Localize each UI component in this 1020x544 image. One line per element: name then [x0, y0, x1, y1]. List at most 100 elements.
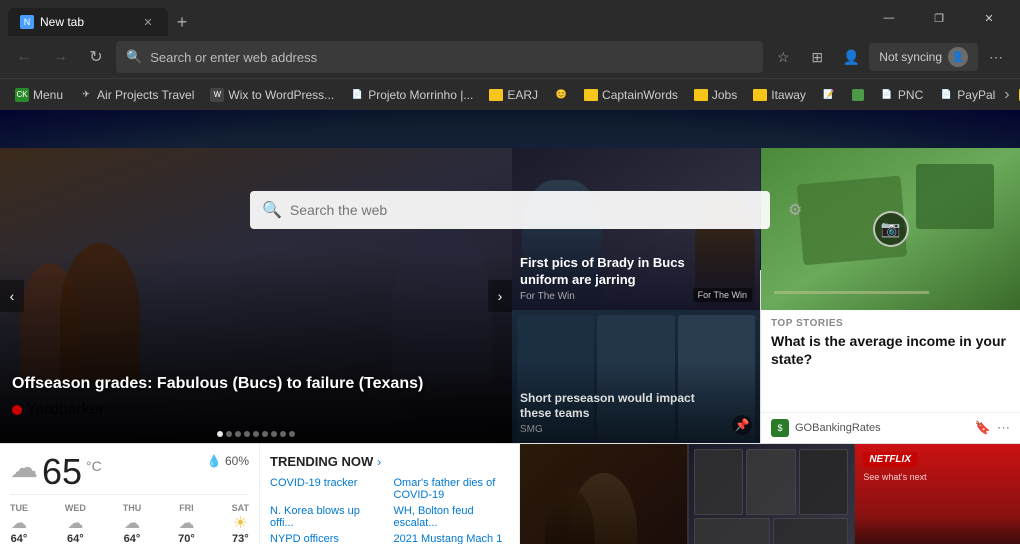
folder-icon	[489, 89, 503, 101]
back-button[interactable]: ←	[8, 41, 40, 73]
restore-button[interactable]: ❐	[916, 2, 962, 34]
bookmark-emoji[interactable]: 😊	[547, 85, 575, 105]
sync-label: Not syncing	[879, 50, 942, 64]
card-arrow-right[interactable]: ›	[488, 280, 512, 312]
bottom-card-2[interactable]	[687, 444, 854, 544]
dot-3	[235, 431, 241, 437]
card1-content: Offseason grades: Fabulous (Bucs) to fai…	[12, 374, 500, 419]
browser-frame: N New tab ✕ + — ❐ ✕ ← → ↻ 🔍 Search or en…	[0, 0, 1020, 544]
news-card-park[interactable]: 📷	[761, 148, 1020, 310]
news-card-preseason[interactable]: Short preseason would impact these teams…	[512, 310, 760, 443]
card3-body: TOP STORIES What is the average income i…	[761, 310, 1020, 412]
card-dots	[217, 431, 295, 437]
forecast-fri: FRI ☁ 70° 52°	[178, 503, 195, 544]
source-dot	[12, 405, 22, 415]
search-container: 🔍 ⚙	[250, 151, 770, 229]
bookmark-favicon: 😊	[554, 88, 568, 102]
card2-for-the-win: For The Win	[693, 288, 752, 302]
bookmark-docs[interactable]: 📝	[815, 85, 843, 105]
weather-cloud-icon: ☁	[10, 454, 38, 482]
card3-footer: $ GOBankingRates 🔖 ⋯	[761, 412, 1020, 443]
bookmark-green[interactable]	[845, 86, 871, 104]
card3-more-icon[interactable]: ⋯	[997, 420, 1010, 436]
weather-top: ☁ 65 °C 💧 60%	[10, 454, 249, 490]
close-button[interactable]: ✕	[966, 2, 1012, 34]
settings-icon[interactable]: ⚙	[776, 191, 814, 229]
bookmark-favicon	[852, 89, 864, 101]
trending-item-1[interactable]: COVID-19 tracker	[270, 475, 386, 503]
trending-item-5[interactable]: NYPD officers hospitalized	[270, 531, 386, 544]
camera-icon: 📷	[873, 211, 909, 247]
search-icon: 🔍	[262, 200, 282, 220]
card3-tag: TOP STORIES	[771, 318, 1010, 329]
dot-4	[244, 431, 250, 437]
address-bar[interactable]: 🔍 Search or enter web address	[116, 41, 763, 73]
trending-card: TRENDING NOW › COVID-19 tracker Omar's f…	[260, 444, 520, 544]
other-favorites[interactable]: Other favorites	[1012, 78, 1020, 110]
dot-6	[262, 431, 268, 437]
address-text: Search or enter web address	[150, 50, 753, 65]
sync-button[interactable]: Not syncing 👤	[869, 43, 978, 71]
bookmark-projeto[interactable]: 📄 Projeto Morrinho |...	[343, 85, 480, 105]
bookmark-wix[interactable]: W Wix to WordPress...	[203, 85, 341, 105]
window-controls: — ❐ ✕	[866, 2, 1012, 34]
bookmark-label: PayPal	[957, 88, 995, 102]
bookmark-jobs[interactable]: Jobs	[687, 85, 744, 105]
card2-pin-icon: 📌	[732, 415, 752, 435]
favorites-button[interactable]: ☆	[767, 41, 799, 73]
folder-icon	[584, 89, 598, 101]
bookmark-itaway[interactable]: Itaway	[746, 85, 813, 105]
bookmark-favicon: 📝	[822, 88, 836, 102]
netflix-label: NETFLIX	[863, 452, 917, 467]
new-tab-button[interactable]: +	[168, 8, 196, 36]
humidity-value: 60%	[225, 454, 249, 468]
forward-button[interactable]: →	[44, 41, 76, 73]
card3-title: What is the average income in your state…	[771, 332, 1010, 368]
bookmark-favicon: 📄	[939, 88, 953, 102]
bookmark-menu[interactable]: CK Menu	[8, 85, 70, 105]
folder-icon	[753, 89, 767, 101]
trending-item-3[interactable]: N. Korea blows up offi...	[270, 503, 386, 531]
bookmark-label: Projeto Morrinho |...	[368, 88, 473, 102]
profile-button[interactable]: 👤	[835, 41, 867, 73]
card2-title: First pics of Brady in Bucs uniform are …	[520, 255, 720, 289]
collections-button[interactable]: ⊞	[801, 41, 833, 73]
card1-title: Offseason grades: Fabulous (Bucs) to fai…	[12, 374, 500, 395]
weather-forecast: TUE ☁ 64° 52° WED ☁ 64° 48° THU ☁ 64	[10, 494, 249, 544]
card1-source-name: Yardbarker	[26, 401, 104, 419]
active-tab[interactable]: N New tab ✕	[8, 8, 168, 36]
forecast-tue: TUE ☁ 64° 52°	[10, 503, 28, 544]
bookmark-earj[interactable]: EARJ	[482, 85, 545, 105]
refresh-button[interactable]: ↻	[80, 41, 112, 73]
bookmark-captainwords[interactable]: CaptainWords	[577, 85, 685, 105]
minimize-button[interactable]: —	[866, 2, 912, 34]
tab-close-button[interactable]: ✕	[140, 14, 156, 30]
bookmark-favicon: ✈	[79, 88, 93, 102]
bookmark-paypal[interactable]: 📄 PayPal	[932, 85, 1002, 105]
dot-8	[280, 431, 286, 437]
search-input[interactable]	[290, 202, 758, 218]
search-box[interactable]: 🔍	[250, 191, 770, 229]
forecast-wed: WED ☁ 64° 48°	[65, 503, 86, 544]
bottom-image-cards: NETFLIX See what's next ▓▓▓▓▓▓▓▓▓▓▓▓	[520, 444, 1020, 544]
card2-source: For The Win	[520, 291, 720, 302]
card-arrow-left[interactable]: ‹	[0, 280, 24, 312]
weather-temp: 65	[42, 454, 82, 490]
trending-item-2[interactable]: Omar's father dies of COVID-19	[394, 475, 510, 503]
trending-item-6[interactable]: 2021 Mustang Mach 1	[394, 531, 510, 544]
bookmark-pnc[interactable]: 📄 PNC	[873, 85, 930, 105]
bookmark-label: Jobs	[712, 88, 737, 102]
bookmark-air[interactable]: ✈ Air Projects Travel	[72, 85, 201, 105]
more-button[interactable]: ⋯	[980, 41, 1012, 73]
card3-source-icon: $	[771, 419, 789, 437]
forecast-sat: SAT ☀ 73° 56°	[232, 503, 249, 544]
bookmarks-more-button[interactable]: ›	[1004, 83, 1009, 107]
card2-subtitle: Short preseason would impact these teams	[520, 391, 720, 422]
trending-grid: COVID-19 tracker Omar's father dies of C…	[270, 475, 509, 544]
card3-bookmark-icon[interactable]: 🔖	[975, 420, 991, 436]
bottom-card-3[interactable]: NETFLIX See what's next ▓▓▓▓▓▓▓▓▓▓▓▓	[853, 444, 1020, 544]
trending-item-4[interactable]: WH, Bolton feud escalat...	[394, 503, 510, 531]
bookmark-label: Wix to WordPress...	[228, 88, 334, 102]
bottom-card-1[interactable]	[520, 444, 687, 544]
bookmark-label: Air Projects Travel	[97, 88, 194, 102]
